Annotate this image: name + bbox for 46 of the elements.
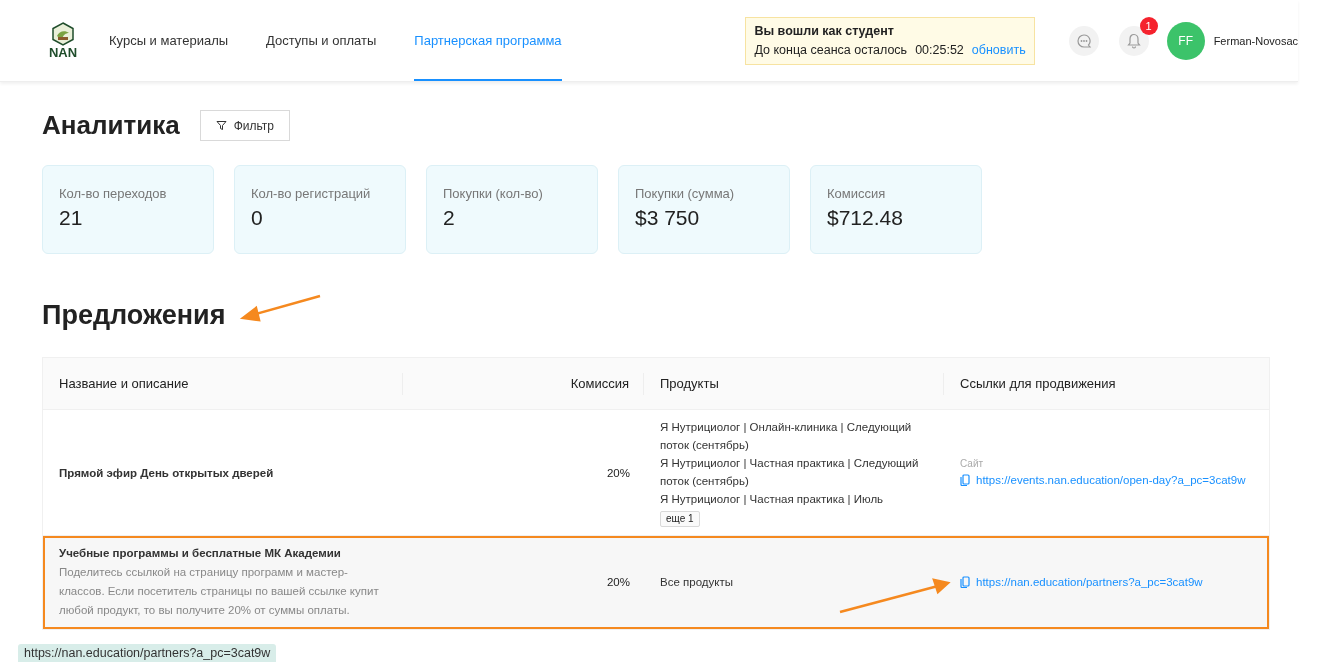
stat-value: 21 [59,206,84,230]
leaf-emblem-icon [52,21,74,46]
commission-value: 20% [606,576,630,588]
filter-icon [215,120,227,131]
product-name: Я Нутрициолог | Частная практика | Июль [660,492,885,507]
column-header: Ссылки для продвижения [959,374,1117,393]
chat-icon [1075,32,1092,49]
stat-value: 0 [251,206,264,230]
stat-label: Кол-во переходов [59,186,168,201]
notification-badge: 1 [1139,16,1158,35]
column-header: Продукты [644,372,944,395]
stat-label: Комиссия [827,186,887,201]
stat-value: $3 750 [635,206,701,230]
copy-icon[interactable] [960,473,970,486]
bell-icon [1126,32,1141,49]
offer-description: Поделитесь ссылкой на страницу программ и мастер-классов. Если посетитель страницы по вашей ссылке купит любой продукт, то вы получите 20% от суммы оплаты. [59,565,380,618]
status-url: https://nan.education/partners?a_pc=3cat9w [18,644,277,662]
nav-tab[interactable]: Доступы и оплаты [266,0,377,81]
stat-label: Покупки (сумма) [635,186,736,201]
column-header: Комиссия [403,372,644,395]
stat-value: 2 [443,206,456,230]
product-name: Я Нутрициолог | Частная практика | Следующий поток (сентябрь) [660,456,920,489]
logo[interactable]: NAN [45,21,81,60]
session-timer: 00:25:52 [915,41,964,59]
more-tag[interactable]: еще 1 [660,511,700,527]
offer-name: Учебные программы и бесплатные МК Академии [59,546,342,561]
copy-icon[interactable] [960,576,970,588]
commission-value: 20% [606,466,630,479]
chat-button[interactable] [1068,25,1099,56]
stat-value: $712.48 [827,206,904,230]
filter-button[interactable]: Фильтр [199,110,290,141]
link-label: Сайт [960,456,985,471]
stat-label: Покупки (кол-во) [443,186,544,201]
user-name[interactable]: Ferman-Novosac [1213,34,1298,47]
session-text: До конца сеанса осталось [754,41,908,59]
product-name: Все продукты [660,575,734,590]
offer-name: Прямой эфир День открытых дверей [59,465,275,481]
logo-text: NAN [48,45,78,60]
section-heading: Предложения [42,300,226,331]
product-name: Я Нутрициолог | Онлайн-клиника | Следующий поток (сентябрь) [660,420,913,453]
section-heading: Аналитика [42,110,180,141]
stat-label: Кол-во регистраций [251,186,372,201]
nav-tab[interactable]: Курсы и материалы [109,0,229,81]
table-row[interactable] [43,536,1269,629]
column-header: Название и описание [43,372,403,395]
session-title: Вы вошли как студент [754,22,895,40]
